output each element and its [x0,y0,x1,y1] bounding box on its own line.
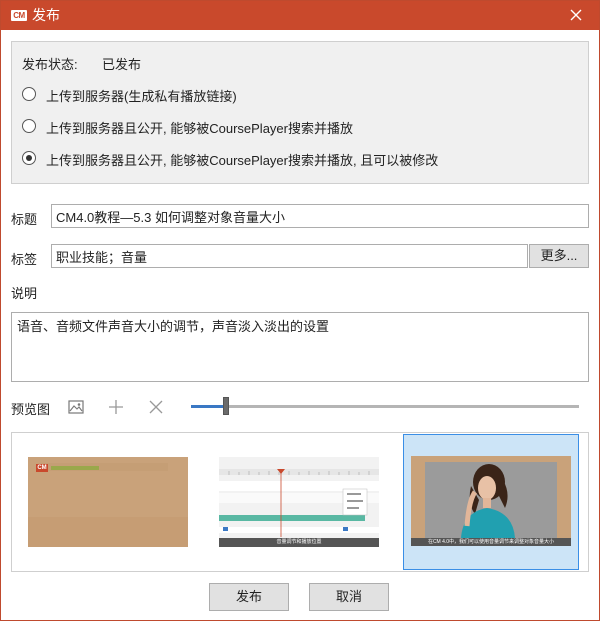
cover-logo-text: CM [37,465,47,471]
publish-button[interactable]: 发布 [209,583,289,611]
radio-button-checked[interactable] [22,151,36,165]
radio-label: 上传到服务器且公开, 能够被CoursePlayer搜索并播放, 且可以被修改 [46,153,439,168]
close-icon[interactable] [566,5,586,25]
cover-image: CM [28,457,188,547]
thumbnail-strip: CM 音量调节和播放位置 在CM 4.0中，我们可以使用音量调节来调整对象音量大… [11,432,589,572]
timeline-caption: 音量调节和播放位置 [276,539,322,545]
add-icon[interactable] [106,397,126,417]
radio-button[interactable] [22,119,36,133]
preview-label: 预览图 [11,402,51,417]
tags-input[interactable] [51,244,528,268]
person-caption: 在CM 4.0中，我们可以使用音量调节来调整对象音量大小 [427,539,555,545]
dialog-title: 发布 [32,7,60,23]
title-bar: CM 发布 [1,1,599,30]
publish-status-label: 发布状态: [22,57,78,72]
zoom-slider[interactable] [191,405,579,408]
title-label: 标题 [11,212,38,227]
person-image: 在CM 4.0中，我们可以使用音量调节来调整对象音量大小 [411,456,571,546]
timeline-image: 音量调节和播放位置 [219,457,379,547]
publish-status-value: 已发布 [102,57,142,72]
thumbnail-person[interactable]: 在CM 4.0中，我们可以使用音量调节来调整对象音量大小 [403,434,579,570]
publish-status-group: 发布状态: 已发布 上传到服务器(生成私有播放链接) 上传到服务器且公开, 能够… [11,41,589,184]
zoom-slider-thumb[interactable] [222,397,229,415]
publish-dialog: CM 发布 发布状态: 已发布 上传到服务器(生成私有播放链接) 上传到服务器且… [0,0,600,621]
thumbnail-cover[interactable]: CM [26,455,188,549]
description-textarea[interactable]: 语音、音频文件声音大小的调节，声音淡入淡出的设置 [11,312,589,382]
app-logo-icon: CM [11,10,27,21]
title-input[interactable] [51,204,589,228]
image-icon[interactable] [66,397,86,417]
radio-button[interactable] [22,87,36,101]
zoom-slider-fill [191,405,226,408]
cancel-button[interactable]: 取消 [309,583,389,611]
more-tags-button[interactable]: 更多... [529,244,589,268]
thumbnail-timeline[interactable]: 音量调节和播放位置 [217,455,379,549]
radio-label: 上传到服务器且公开, 能够被CoursePlayer搜索并播放 [46,121,353,136]
delete-icon[interactable] [146,397,166,417]
tags-label: 标签 [11,252,38,267]
radio-label: 上传到服务器(生成私有播放链接) [46,89,237,104]
description-label: 说明 [11,286,38,301]
